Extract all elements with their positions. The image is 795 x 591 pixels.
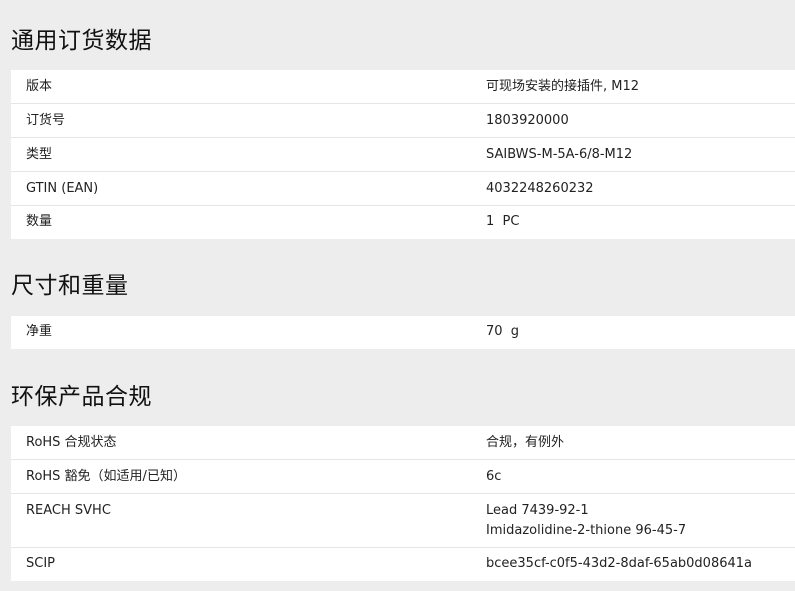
row-label-order-number: 订货号: [26, 113, 66, 128]
row-label-rohs-exemption: RoHS 豁免（如适用/已知）: [26, 469, 186, 484]
section-title-dimensions-weight: 尺寸和重量: [11, 273, 129, 299]
row-label-scip: SCIP: [26, 556, 56, 571]
table-row: 订货号 1803920000: [11, 104, 795, 138]
table-row: RoHS 合规状态 合规，有例外: [11, 426, 795, 460]
section-title-environmental-compliance: 环保产品合规: [11, 384, 152, 410]
table-row: 类型 SAIBWS-M-5A-6/8-M12: [11, 138, 795, 172]
row-value-rohs-exemption: 6c: [486, 469, 502, 484]
row-value-gtin: 4032248260232: [486, 181, 594, 196]
environmental-compliance-table: RoHS 合规状态 合规，有例外 RoHS 豁免（如适用/已知） 6c REAC…: [11, 426, 795, 581]
table-row: GTIN (EAN) 4032248260232: [11, 172, 795, 206]
row-value-order-number: 1803920000: [486, 113, 569, 128]
table-row: 版本 可现场安装的接插件, M12: [11, 70, 795, 104]
row-value-scip: bcee35cf-c0f5-43d2-8daf-65ab0d08641a: [486, 556, 753, 571]
row-value-type: SAIBWS-M-5A-6/8-M12: [486, 147, 633, 162]
reach-svhc-line: Lead 7439-92-1: [486, 503, 589, 518]
row-label-net-weight: 净重: [26, 324, 53, 339]
dimensions-weight-table: 净重 70 g: [11, 316, 795, 349]
table-row: RoHS 豁免（如适用/已知） 6c: [11, 460, 795, 494]
row-label-rohs-status: RoHS 合规状态: [26, 435, 117, 450]
row-label-reach-svhc: REACH SVHC: [26, 503, 111, 518]
table-row: REACH SVHC Lead 7439-92-1 Imidazolidine-…: [11, 494, 795, 548]
row-value-quantity: 1 PC: [486, 214, 520, 229]
row-value-reach-svhc: Lead 7439-92-1 Imidazolidine-2-thione 96…: [486, 501, 686, 541]
row-value-version: 可现场安装的接插件, M12: [486, 79, 640, 94]
row-label-gtin: GTIN (EAN): [26, 181, 99, 196]
row-label-type: 类型: [26, 147, 53, 162]
table-row: SCIP bcee35cf-c0f5-43d2-8daf-65ab0d08641…: [11, 548, 795, 581]
table-row: 数量 1 PC: [11, 206, 795, 239]
table-row: 净重 70 g: [11, 316, 795, 349]
row-label-quantity: 数量: [26, 214, 53, 229]
reach-svhc-line: Imidazolidine-2-thione 96-45-7: [486, 523, 687, 538]
section-title-general-ordering: 通用订货数据: [11, 28, 152, 54]
row-label-version: 版本: [26, 79, 53, 94]
row-value-net-weight: 70 g: [486, 324, 520, 339]
general-ordering-table: 版本 可现场安装的接插件, M12 订货号 1803920000 类型 SAIB…: [11, 70, 795, 239]
row-value-rohs-status: 合规，有例外: [486, 435, 565, 450]
